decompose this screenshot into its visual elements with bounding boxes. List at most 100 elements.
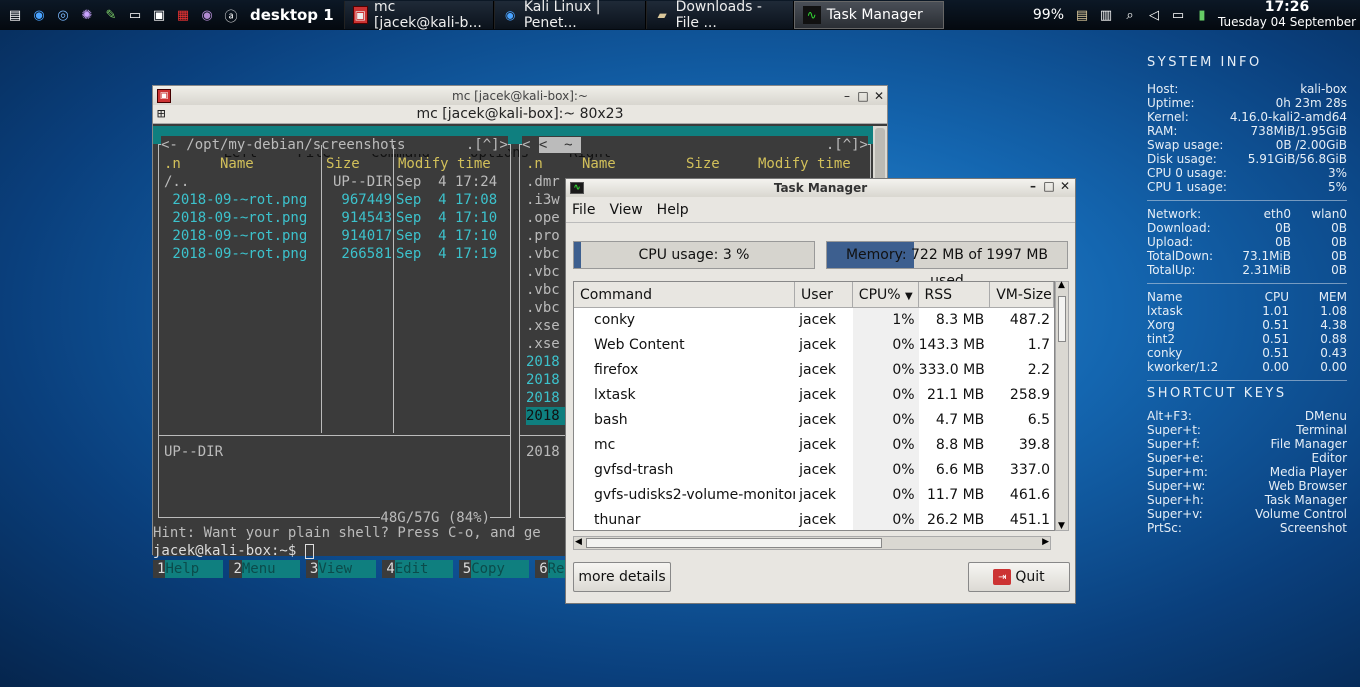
column-header[interactable]: .n [526,155,582,173]
column-header[interactable]: Modify time [758,155,868,173]
maximize-icon[interactable]: □ [855,89,871,103]
column-header[interactable]: Name [220,155,326,173]
menu-view[interactable]: View [609,202,642,218]
task-taskmanager[interactable]: ∿ Task Manager [793,1,944,29]
process-vm-size: 6.5 [1027,412,1050,428]
right-path-controls[interactable]: .[^]> [826,136,868,154]
left-path-controls[interactable]: .[^]> [466,136,508,154]
process-row[interactable]: gvfs-udisks2-volume-monitor jacek 0% 11.7 M… [574,483,1054,508]
keyboard-icon[interactable]: ▭ [1168,5,1188,25]
tab-menu-icon[interactable]: ⊞ [157,106,165,122]
file-size: 914543 [341,210,392,226]
scrollbar-thumb[interactable] [586,538,882,548]
volume-icon[interactable]: ◁ [1144,5,1164,25]
mc-left-panel[interactable]: <- /opt/my-debian/screenshots .[^]> .n Na… [158,136,511,527]
column-rss[interactable]: RSS [919,282,991,307]
clock[interactable]: 17:26 Tuesday 04 September [1214,0,1360,30]
file-row[interactable]: /.. UP--DIR Sep 4 17:24 [164,173,508,191]
column-command[interactable]: Command [574,282,796,307]
column-header[interactable]: Modify time [398,155,508,173]
media-icon[interactable]: ◉ [196,4,218,26]
file-row[interactable]: 2018-09-~rot.png 266581 Sep 4 17:19 [164,245,508,263]
task-terminal[interactable]: ▣ mc [jacek@kali-b... [343,0,494,31]
file-modified: Sep 4 17:08 [396,192,498,208]
chromium-icon[interactable]: ◎ [52,4,74,26]
process-rss: 4.7 MB [918,408,991,433]
process-row[interactable]: Web Content jacek 0% 143.3 MB 1.7 [574,333,1054,358]
scroll-left-icon[interactable]: ◀ [575,537,582,547]
battery-percent: 99% [1032,7,1064,23]
minimize-icon[interactable]: – [1025,179,1041,193]
close-icon[interactable]: ✕ [871,89,887,103]
scroll-down-icon[interactable]: ▼ [1058,521,1065,531]
battery-icon[interactable]: ▮ [1192,5,1212,25]
close-icon[interactable]: ✕ [1057,179,1073,193]
more-details-button[interactable]: more details [573,562,671,592]
task-firefox[interactable]: ◉ Kali Linux | Penet... [493,0,646,31]
maximize-icon[interactable]: □ [1041,179,1057,193]
shortcut-action: DMenu [1304,409,1347,423]
horizontal-scrollbar[interactable]: ◀ ▶ [573,536,1051,550]
process-command: lxtask [594,387,636,403]
vertical-scrollbar[interactable]: ▲ ▼ [1055,280,1069,531]
file-row[interactable]: 2018-09-~rot.png 967449 Sep 4 17:08 [164,191,508,209]
kali-icon[interactable]: ◉ [28,4,50,26]
column-header[interactable]: Size [326,155,398,173]
column-user[interactable]: User [795,282,853,307]
fkey-copy[interactable]: 5 Copy [458,560,530,578]
column-cpu[interactable]: CPU% ▼ [853,282,919,307]
search-icon[interactable]: ⌕ [1120,5,1140,25]
conky-cell: lxtask [1147,304,1183,318]
fkey-edit[interactable]: 4 Edit [382,560,453,578]
column-header[interactable]: .n [164,155,220,173]
menu-help[interactable]: Help [657,202,689,218]
process-row[interactable]: firefox jacek 0% 333.0 MB 2.2 [574,358,1054,383]
app-a-icon[interactable]: ⓐ [220,4,242,26]
file-modified: Sep 4 17:10 [396,210,498,226]
clipboard-icon[interactable]: ▤ [1072,5,1092,25]
conky-cell: Xorg [1147,318,1175,332]
task-files[interactable]: ▰ Downloads - File ... [645,0,794,31]
file-row[interactable]: 2018-09-~rot.png 914543 Sep 4 17:10 [164,209,508,227]
cpu-usage-meter: CPU usage: 3 % [573,241,815,269]
conky-cell: 0.88 [1320,332,1347,346]
process-row[interactable]: mc jacek 0% 8.8 MB 39.8 [574,433,1054,458]
process-row[interactable]: bash jacek 0% 4.7 MB 6.5 [574,408,1054,433]
monitor-icon[interactable]: ▭ [124,4,146,26]
conky-proc-row: kworker/1:2 0.00 0.00 [1147,360,1347,374]
leafpad-icon[interactable]: ✎ [100,4,122,26]
scroll-up-icon[interactable]: ▲ [1058,280,1065,290]
minimize-icon[interactable]: – [839,89,855,103]
quit-icon: ⇥ [993,569,1012,585]
grid-icon[interactable]: ▦ [172,4,194,26]
network-icon[interactable]: ▥ [1096,5,1116,25]
scrollbar-thumb[interactable] [1058,296,1066,342]
browser-icon[interactable]: ✺ [76,4,98,26]
column-header[interactable]: Size [686,155,758,173]
column-header[interactable]: Name [582,155,686,173]
fkey-view[interactable]: 3 View [305,560,377,578]
fkey-help[interactable]: 1 Help [153,560,224,578]
file-row[interactable]: 2018 [526,407,566,425]
quit-button[interactable]: ⇥ Quit [968,562,1070,592]
process-row[interactable]: lxtask jacek 0% 21.1 MB 258.9 [574,383,1054,408]
process-vm-size: 1.7 [1027,337,1050,353]
process-rss: 21.1 MB [918,383,991,408]
menu-icon[interactable]: ▤ [4,4,26,26]
terminal-launcher-icon[interactable]: ▣ [148,4,170,26]
desktop-label[interactable]: desktop 1 [250,6,334,24]
terminal-titlebar[interactable]: ▣ mc [jacek@kali-box]:~ – □ ✕ [153,86,887,105]
fkey-menu[interactable]: 2 Menu [229,560,300,578]
file-row[interactable]: 2018-09-~rot.png 914017 Sep 4 17:10 [164,227,508,245]
scroll-right-icon[interactable]: ▶ [1042,537,1049,547]
task-manager-titlebar[interactable]: ∿ Task Manager – □ ✕ [566,179,1075,197]
process-row[interactable]: gvfsd-trash jacek 0% 6.6 MB 337.0 [574,458,1054,483]
process-row[interactable]: thunar jacek 0% 26.2 MB 451.1 [574,508,1054,530]
shell-prompt[interactable]: jacek@kali-box:~$ [153,542,314,560]
shortcut-action: Media Player [1269,465,1347,479]
menu-file[interactable]: File [572,202,595,218]
process-user: jacek [795,333,853,358]
column-vm-size[interactable]: VM-Size [990,282,1054,307]
process-row[interactable]: conky jacek 1% 8.3 MB 487.2 [574,308,1054,333]
task-manager-menubar: File View Help [566,197,1075,223]
